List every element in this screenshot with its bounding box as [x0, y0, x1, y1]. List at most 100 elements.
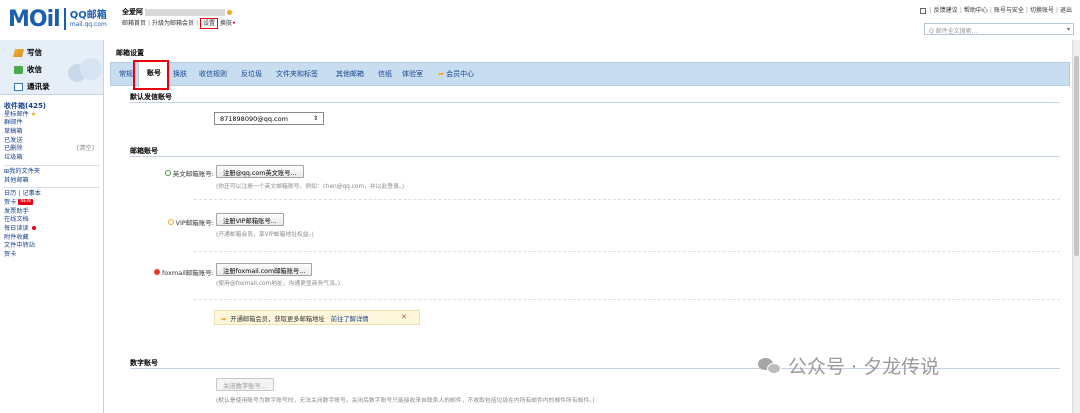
qq-mail-logo[interactable]: MOil QQ邮箱 mail.qq.com: [8, 6, 107, 32]
sidebar: 写信 收信 通讯录 收件箱(425) 星标邮件 ★ 群邮件 草稿箱 已发送 已删除…: [0, 40, 104, 413]
english-account-label-text: 英文邮箱账号:: [172, 170, 214, 178]
write-button[interactable]: 写信: [12, 47, 42, 58]
logo-word: MOil: [8, 6, 61, 32]
tab-skin[interactable]: 换肤: [173, 63, 187, 86]
daily-read[interactable]: 每日读读: [4, 225, 100, 234]
postcard-label: 贺卡: [4, 198, 17, 206]
notes-link[interactable]: 记事本: [22, 190, 41, 197]
tab-labs[interactable]: 体验室: [402, 63, 423, 86]
skin-link[interactable]: 换肤: [220, 20, 232, 27]
calendar-link[interactable]: 日历: [4, 190, 16, 197]
switch-account-link[interactable]: 切换账号: [1030, 7, 1054, 14]
sep: |: [1055, 7, 1058, 14]
promo-text: 开通邮箱会员，获取更多邮箱地址: [230, 316, 325, 323]
watermark: 公众号 · 夕龙传说: [758, 352, 939, 379]
account-security-link[interactable]: 账号与安全: [994, 7, 1024, 14]
register-english-account-button[interactable]: 注册@qq.com英文账号...: [216, 165, 304, 178]
scrollbar[interactable]: [1072, 40, 1080, 413]
sep: |: [989, 7, 992, 14]
tab-member-center[interactable]: ➡ 会员中心: [438, 63, 474, 86]
flame-icon: ➡: [438, 70, 444, 78]
folder-deleted-label: 已删除: [4, 145, 23, 153]
tab-folders-tags[interactable]: 文件夹和标签: [276, 63, 318, 86]
inbox-icon: [14, 65, 23, 74]
default-sender-title: 默认发信账号: [130, 93, 172, 101]
search-placeholder: Q 邮件全文搜索...: [929, 28, 978, 35]
folder-inbox[interactable]: 收件箱(425): [4, 102, 100, 111]
top-bar: MOil QQ邮箱 mail.qq.com 全爱阿 邮箱首页 | 升级为邮箱会员 | 设…: [0, 0, 1080, 40]
vip-account-icon: [167, 219, 174, 225]
header-links: 邮箱首页 | 升级为邮箱会员 | 设置 换肤•: [122, 18, 236, 29]
folder-starred-label: 星标邮件: [4, 110, 29, 118]
english-account-hint: (你还可以注册一个英文邮箱账号。例如：chen@qq.com，并以此登录。): [216, 184, 405, 190]
folder-other-mailboxes[interactable]: 其他邮箱: [4, 177, 100, 186]
invoice-assistant[interactable]: 发票助手: [4, 208, 100, 217]
folder-my-folders[interactable]: ⊞我的文件夹: [4, 168, 100, 177]
pen-icon: [12, 48, 25, 57]
wechat-icon: [758, 356, 782, 376]
sep: |: [148, 20, 151, 27]
contacts-label: 通讯录: [27, 82, 50, 91]
tab-other-mailboxes[interactable]: 其他邮箱: [336, 63, 364, 86]
digital-account-hint: (默认是使用账号为数字账号时，无法关闭数字账号。关闭后数字账号只能接收来自联系人…: [216, 398, 595, 404]
promo-link[interactable]: 前往了解详情: [331, 316, 369, 323]
folder-deleted[interactable]: 已删除 [清空]: [4, 145, 100, 154]
chevron-down-icon: ⇕: [312, 115, 318, 122]
vip-account-label-text: VIP邮箱账号:: [175, 219, 214, 227]
folder-drafts[interactable]: 草稿箱: [4, 128, 100, 137]
page-title: 邮箱设置: [116, 49, 144, 57]
postcard-item[interactable]: 贺卡 NEW: [4, 198, 100, 208]
folder-spam[interactable]: 垃圾箱: [4, 154, 100, 163]
close-icon[interactable]: ✕: [401, 313, 407, 321]
tab-anti-spam[interactable]: 反垃圾: [241, 63, 262, 86]
contacts-button[interactable]: 通讯录: [14, 81, 50, 92]
sep: |: [196, 20, 199, 27]
vip-account-label: VIP邮箱账号:: [136, 217, 214, 227]
mail-accounts-title: 邮箱账号: [130, 147, 158, 155]
logo-url: mail.qq.com: [69, 20, 107, 28]
star-icon: ★: [30, 110, 37, 118]
clear-deleted-link[interactable]: [清空]: [77, 145, 94, 154]
default-sender-select[interactable]: 871898090@qq.com ⇕: [214, 112, 324, 125]
settings-link[interactable]: 设置: [200, 18, 219, 29]
card-item[interactable]: 贺卡: [4, 251, 100, 260]
masked-email: [145, 8, 225, 16]
daily-read-label: 每日读读: [4, 224, 29, 232]
member-promo-banner: ➡ 开通邮箱会员，获取更多邮箱地址 前往了解详情 ✕: [214, 310, 420, 325]
chevron-down-icon[interactable]: ▾: [1067, 26, 1070, 33]
logout-link[interactable]: 退出: [1060, 7, 1072, 14]
foxmail-account-label-text: foxmail邮箱账号:: [161, 269, 214, 277]
folder-groups[interactable]: 群邮件: [4, 119, 100, 128]
tab-receive-rules[interactable]: 收信规则: [199, 63, 227, 86]
calendar-notes: 日历 | 记事本: [4, 190, 41, 198]
register-vip-account-button[interactable]: 注册VIP邮箱账号...: [216, 213, 284, 226]
feedback-link[interactable]: 反馈建议: [934, 7, 958, 14]
search-input[interactable]: Q 邮件全文搜索... ▾: [924, 23, 1074, 35]
foxmail-account-label: foxmail邮箱账号:: [136, 267, 214, 277]
file-transfer[interactable]: 文件中转站: [4, 242, 100, 251]
attachment-favorites[interactable]: 附件收藏: [4, 234, 100, 243]
help-link[interactable]: 帮助中心: [964, 7, 988, 14]
online-docs[interactable]: 在线文档: [4, 216, 100, 225]
register-foxmail-account-button[interactable]: 注册foxmail.com邮箱账号...: [216, 263, 313, 276]
english-account-label: 英文邮箱账号:: [136, 168, 214, 178]
tab-stationery[interactable]: 信纸: [378, 63, 392, 86]
foxmail-icon: [153, 269, 160, 275]
home-link[interactable]: 邮箱首页: [122, 20, 146, 27]
scrollbar-thumb[interactable]: [1074, 56, 1079, 256]
sep: |: [929, 7, 932, 14]
sep: |: [1025, 7, 1028, 14]
checkbox-icon[interactable]: [919, 7, 926, 14]
folder-list: 收件箱(425) 星标邮件 ★ 群邮件 草稿箱 已发送 已删除 [清空] 垃圾箱 ⊞…: [4, 102, 100, 260]
tab-general[interactable]: 常规: [119, 63, 133, 86]
sep: |: [959, 7, 962, 14]
foxmail-account-hint: (使用@foxmail.com地址，沟通更显商务气派。): [216, 281, 341, 287]
divider: [194, 199, 1060, 200]
vip-account-hint: (开通邮箱会员，享VIP邮箱地址权益。): [216, 232, 314, 238]
divider: [4, 187, 100, 189]
upgrade-link[interactable]: 升级为邮箱会员: [152, 20, 194, 27]
close-digital-account-button[interactable]: 关闭数字账号...: [216, 378, 274, 391]
receive-button[interactable]: 收信: [14, 64, 42, 75]
unread-dot: [31, 225, 36, 230]
divider: [4, 164, 100, 166]
